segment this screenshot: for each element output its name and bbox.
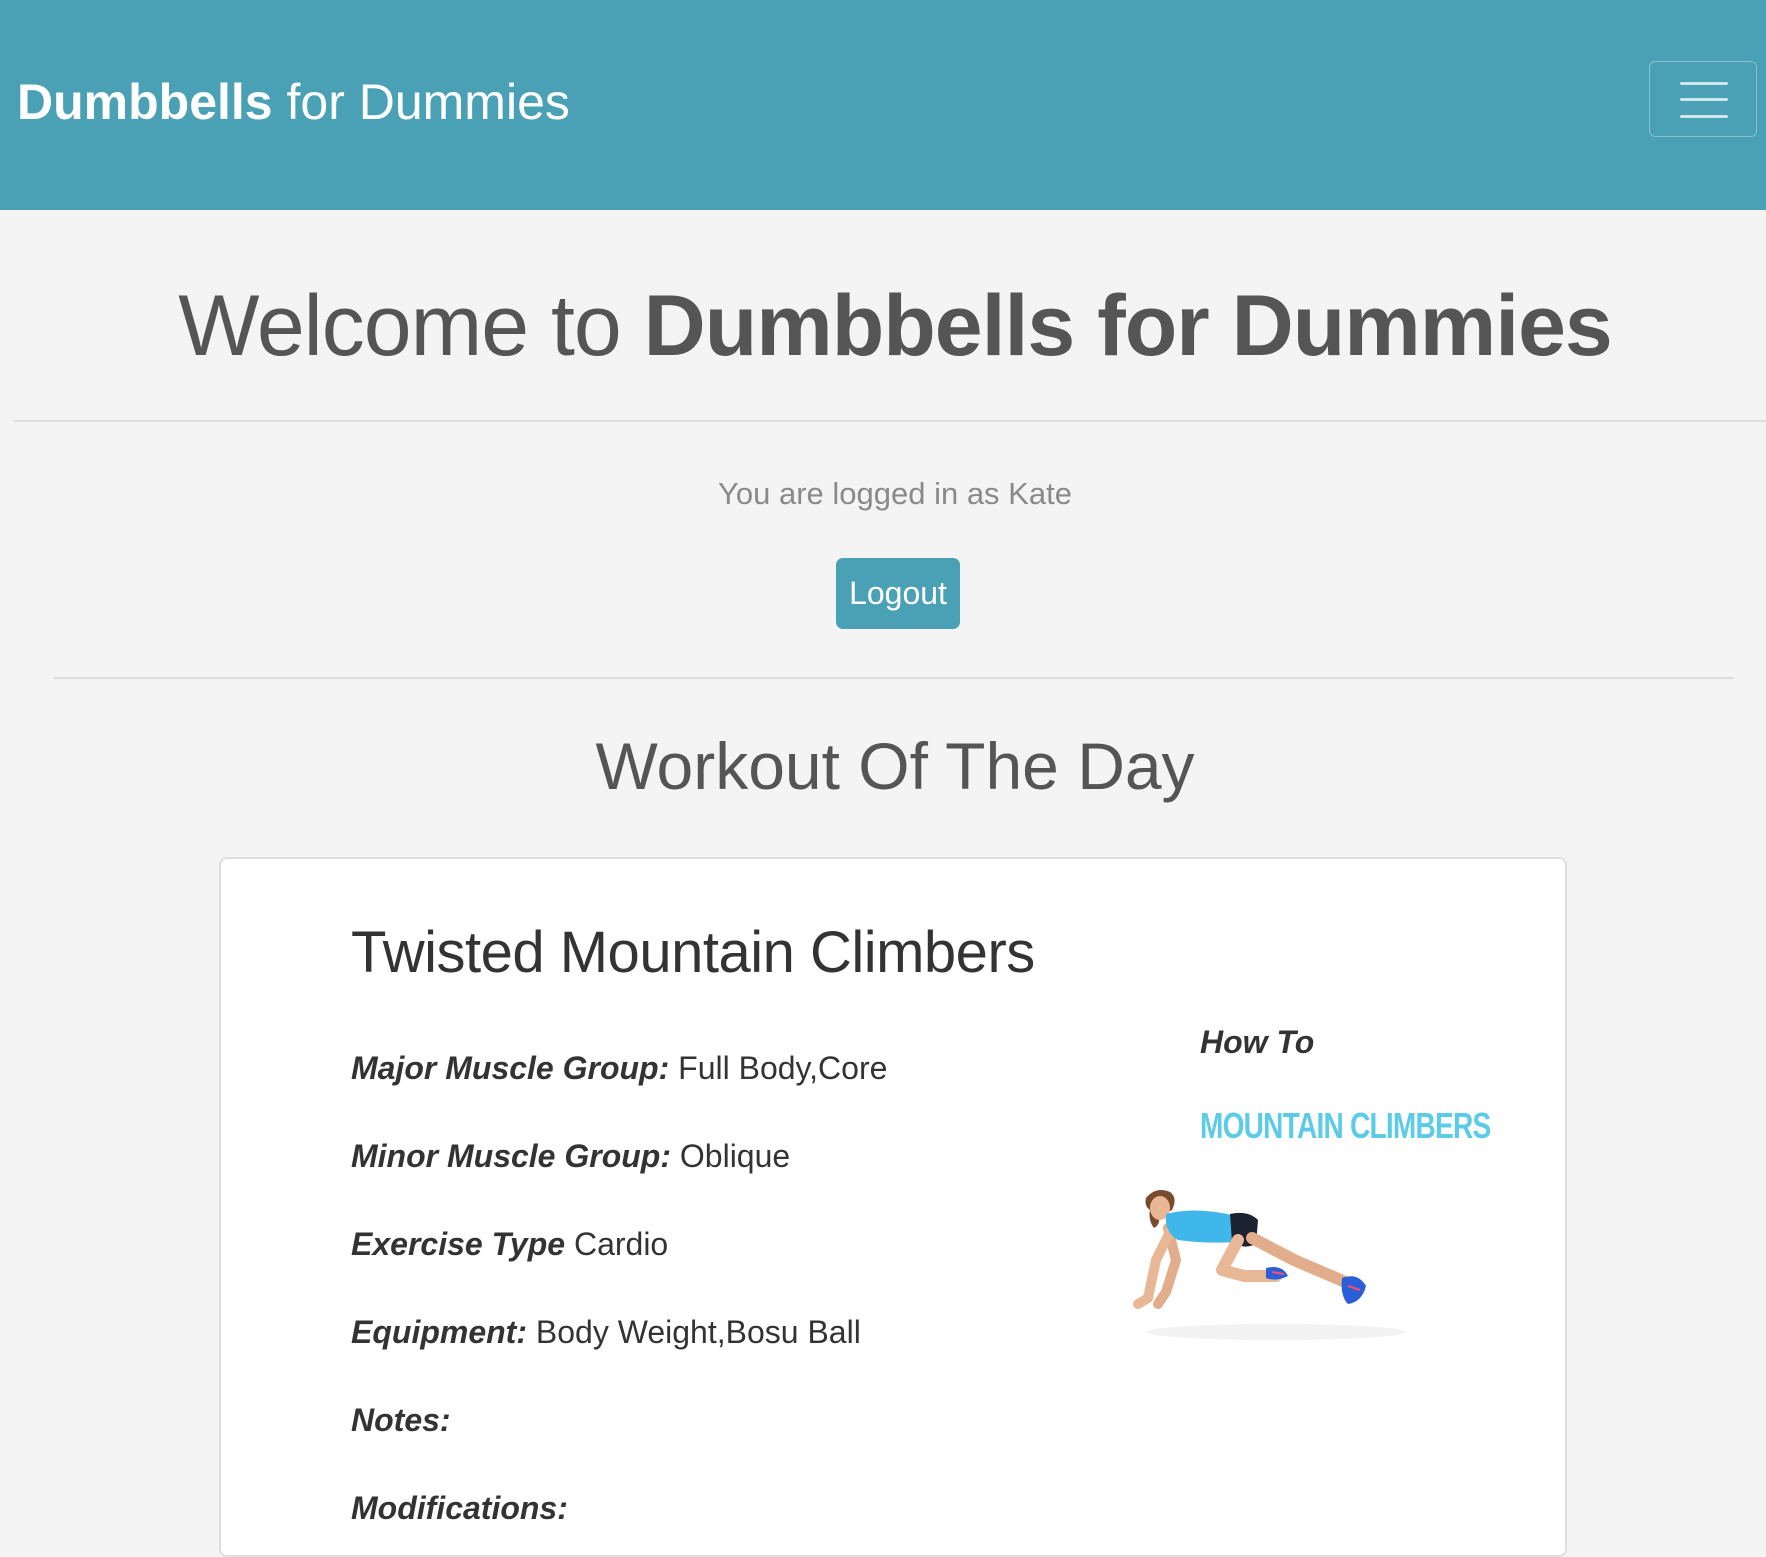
major-muscle-group-label: Major Muscle Group: [351, 1050, 670, 1086]
minor-muscle-group-value: Oblique [679, 1138, 791, 1174]
exercise-type-label: Exercise Type [351, 1226, 566, 1262]
mountain-climber-figure-illustration [1133, 1190, 1406, 1340]
welcome-site-name: Dumbbells for Dummies [643, 278, 1613, 374]
exercise-type-value: Cardio [573, 1226, 669, 1262]
divider [54, 677, 1734, 679]
divider [14, 420, 1766, 422]
minor-muscle-group-label: Minor Muscle Group: [351, 1138, 671, 1174]
navbar-brand[interactable]: Dumbbells for Dummies [17, 72, 570, 132]
brand-light-text: for Dummies [286, 74, 570, 130]
workout-of-the-day-heading: Workout Of The Day [595, 729, 1195, 803]
major-muscle-group: Major Muscle Group: Full Body,Core [351, 1048, 887, 1088]
modifications: Modifications: [351, 1488, 568, 1528]
navbar-toggler-button[interactable] [1649, 61, 1757, 137]
modifications-label: Modifications: [351, 1490, 568, 1526]
exercise-type: Exercise Type Cardio [351, 1224, 668, 1264]
notes-label: Notes: [351, 1402, 451, 1438]
equipment-label: Equipment: [351, 1314, 527, 1350]
major-muscle-group-value: Full Body,Core [678, 1050, 888, 1086]
equipment: Equipment: Body Weight,Bosu Ball [351, 1312, 861, 1352]
howto-subtitle: MOUNTAIN CLIMBERS [1200, 1105, 1491, 1146]
welcome-heading: Welcome to Dumbbells for Dummies [0, 276, 1766, 376]
exercise-title: Twisted Mountain Climbers [351, 920, 1035, 985]
navbar: Dumbbells for Dummies [0, 0, 1766, 210]
welcome-prefix: Welcome to [178, 278, 621, 374]
minor-muscle-group: Minor Muscle Group: Oblique [351, 1136, 790, 1176]
notes: Notes: [351, 1400, 451, 1440]
logged-in-status: You are logged in as Kate [718, 476, 1072, 511]
brand-bold-text: Dumbbells [17, 74, 273, 130]
logout-button[interactable]: Logout [836, 558, 960, 629]
equipment-value: Body Weight,Bosu Ball [535, 1314, 861, 1350]
howto-label: How To [1200, 1024, 1315, 1060]
